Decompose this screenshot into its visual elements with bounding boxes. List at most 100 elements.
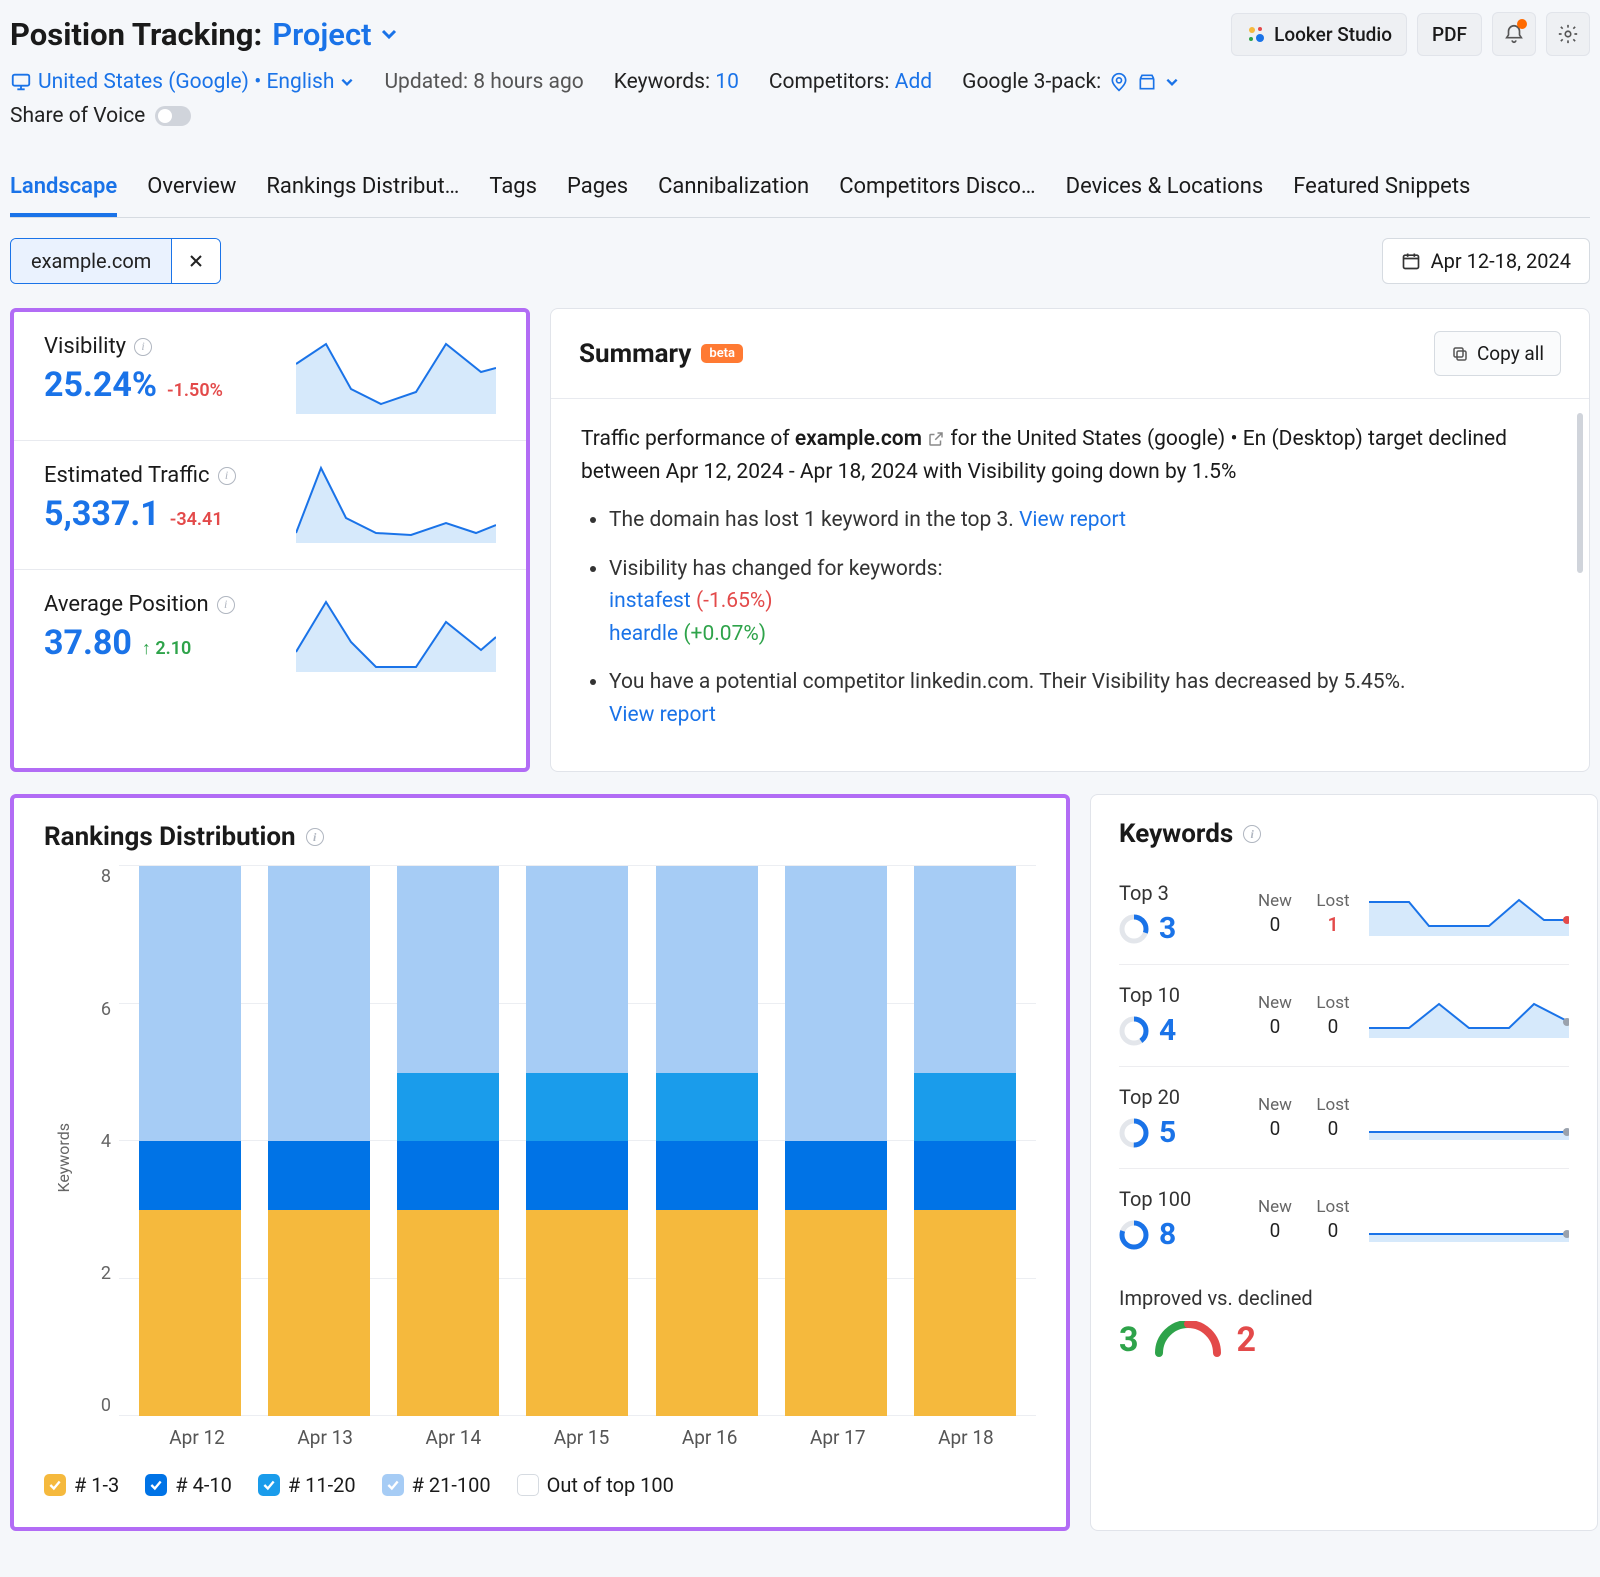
summary-card: Summary beta Copy all Traffic performanc… [550,308,1590,772]
map-pin-icon [1109,72,1129,92]
sparkline [1369,1096,1569,1140]
gear-icon [1557,23,1579,45]
tab-cannibalization[interactable]: Cannibalization [658,164,809,217]
bar-Apr-16[interactable] [656,866,758,1416]
view-report-link[interactable]: View report [1019,508,1126,532]
legend-11-20[interactable]: # 11-20 [258,1473,356,1497]
tab-devices-locations[interactable]: Devices & Locations [1066,164,1264,217]
gauge-icon [1153,1321,1223,1359]
domain-filter-remove[interactable] [171,239,220,283]
looker-studio-button[interactable]: Looker Studio [1231,13,1407,56]
domain-filter-pill: example.com [10,238,221,284]
google-3pack[interactable]: Google 3-pack: [962,70,1179,94]
improved-count: 3 [1119,1320,1139,1360]
metric-visibility: Visibilityi 25.24%-1.50% [14,312,526,441]
rankings-title: Rankings Distribution i [44,822,1036,852]
improved-declined: Improved vs. declined 3 2 [1119,1270,1569,1360]
donut-icon [1119,1118,1149,1148]
summary-title: Summary beta [579,339,743,369]
monitor-icon [10,71,32,93]
bar-Apr-14[interactable] [397,866,499,1416]
tab-featured-snippets[interactable]: Featured Snippets [1293,164,1470,217]
tab-tags[interactable]: Tags [489,164,537,217]
keyword-row-top-20[interactable]: Top 20 5 New0 Lost0 [1119,1067,1569,1169]
share-of-voice-toggle[interactable]: Share of Voice [10,104,191,128]
bar-Apr-13[interactable] [268,866,370,1416]
legend-out-100[interactable]: Out of top 100 [517,1473,674,1497]
keyword-link[interactable]: instafest [609,589,691,613]
updated-label: Updated: 8 hours ago [384,70,583,94]
keyword-row-top-100[interactable]: Top 100 8 New0 Lost0 [1119,1169,1569,1270]
calendar-icon [1401,251,1421,271]
looker-icon [1246,24,1266,44]
scrollbar[interactable] [1577,413,1583,573]
beta-badge: beta [701,344,743,363]
tab-rankings-distribut-[interactable]: Rankings Distribut… [266,164,459,217]
donut-icon [1119,1220,1149,1250]
metric-estimated-traffic: Estimated Traffici 5,337.1-34.41 [14,441,526,570]
chevron-down-icon [380,25,398,43]
store-icon [1137,72,1157,92]
sparkline [296,334,496,414]
view-report-link[interactable]: View report [609,703,716,727]
bar-Apr-12[interactable] [139,866,241,1416]
metric-average-position: Average Positioni 37.80↑ 2.10 [14,570,526,698]
summary-intro: Traffic performance of example.com for t… [581,423,1559,488]
info-icon[interactable]: i [217,596,235,614]
sparkline [1369,994,1569,1038]
chart-legend: # 1-3 # 4-10 # 11-20 # 21-100 Out of top… [44,1473,1036,1497]
pdf-button[interactable]: PDF [1417,13,1482,56]
copy-all-button[interactable]: Copy all [1434,331,1561,376]
locale-dropdown[interactable]: United States (Google) • English [10,70,354,94]
sparkline [1369,892,1569,936]
y-axis-label: Keywords [44,1123,73,1193]
competitors-add[interactable]: Competitors: Add [769,70,932,94]
legend-1-3[interactable]: # 1-3 [44,1473,119,1497]
info-icon[interactable]: i [306,828,324,846]
toggle-switch[interactable] [155,106,191,126]
legend-21-100[interactable]: # 21-100 [382,1473,491,1497]
donut-icon [1119,914,1149,944]
keywords-title: Keywords i [1119,819,1569,849]
project-name: Project [272,16,371,53]
domain-filter-value: example.com [11,239,171,283]
summary-bullet: You have a potential competitor linkedin… [609,666,1559,731]
tab-landscape[interactable]: Landscape [10,164,117,217]
legend-4-10[interactable]: # 4-10 [145,1473,232,1497]
bar-Apr-15[interactable] [526,866,628,1416]
settings-button[interactable] [1546,12,1590,56]
metrics-panel: Visibilityi 25.24%-1.50% Estimated Traff… [10,308,530,772]
bar-Apr-17[interactable] [785,866,887,1416]
sparkline [1369,1198,1569,1242]
keyword-row-top-10[interactable]: Top 10 4 New0 Lost0 [1119,965,1569,1067]
tab-competitors-disco-[interactable]: Competitors Disco… [839,164,1035,217]
rankings-distribution-card: Rankings Distribution i Keywords 86420 A… [10,794,1070,1531]
external-link-icon[interactable] [927,430,945,448]
sparkline [296,592,496,672]
page-title: Position Tracking: [10,16,262,53]
summary-bullet: The domain has lost 1 keyword in the top… [609,504,1559,537]
keyword-row-top-3[interactable]: Top 3 3 New0 Lost1 [1119,863,1569,965]
summary-bullet: Visibility has changed for keywords: ins… [609,553,1559,651]
tab-pages[interactable]: Pages [567,164,628,217]
keywords-panel: Keywords i Top 3 3 New0 Lost1 Top 10 [1090,794,1598,1531]
keyword-link[interactable]: heardle [609,622,678,646]
chevron-down-icon [1165,75,1179,89]
info-icon[interactable]: i [1243,825,1261,843]
close-icon [188,253,204,269]
declined-count: 2 [1237,1320,1257,1360]
info-icon[interactable]: i [218,467,236,485]
sparkline [296,463,496,543]
keywords-count[interactable]: Keywords: 10 [614,70,739,94]
tabs-bar: Landscape Overview Rankings Distribut… Tags… [10,164,1590,218]
tab-overview[interactable]: Overview [147,164,236,217]
date-range-button[interactable]: Apr 12-18, 2024 [1382,238,1590,284]
rankings-chart: 86420 [73,866,1036,1416]
project-dropdown[interactable]: Project [272,16,397,53]
copy-icon [1451,345,1469,363]
donut-icon [1119,1016,1149,1046]
notifications-button[interactable] [1492,12,1536,56]
info-icon[interactable]: i [134,338,152,356]
chevron-down-icon [340,75,354,89]
bar-Apr-18[interactable] [914,866,1016,1416]
